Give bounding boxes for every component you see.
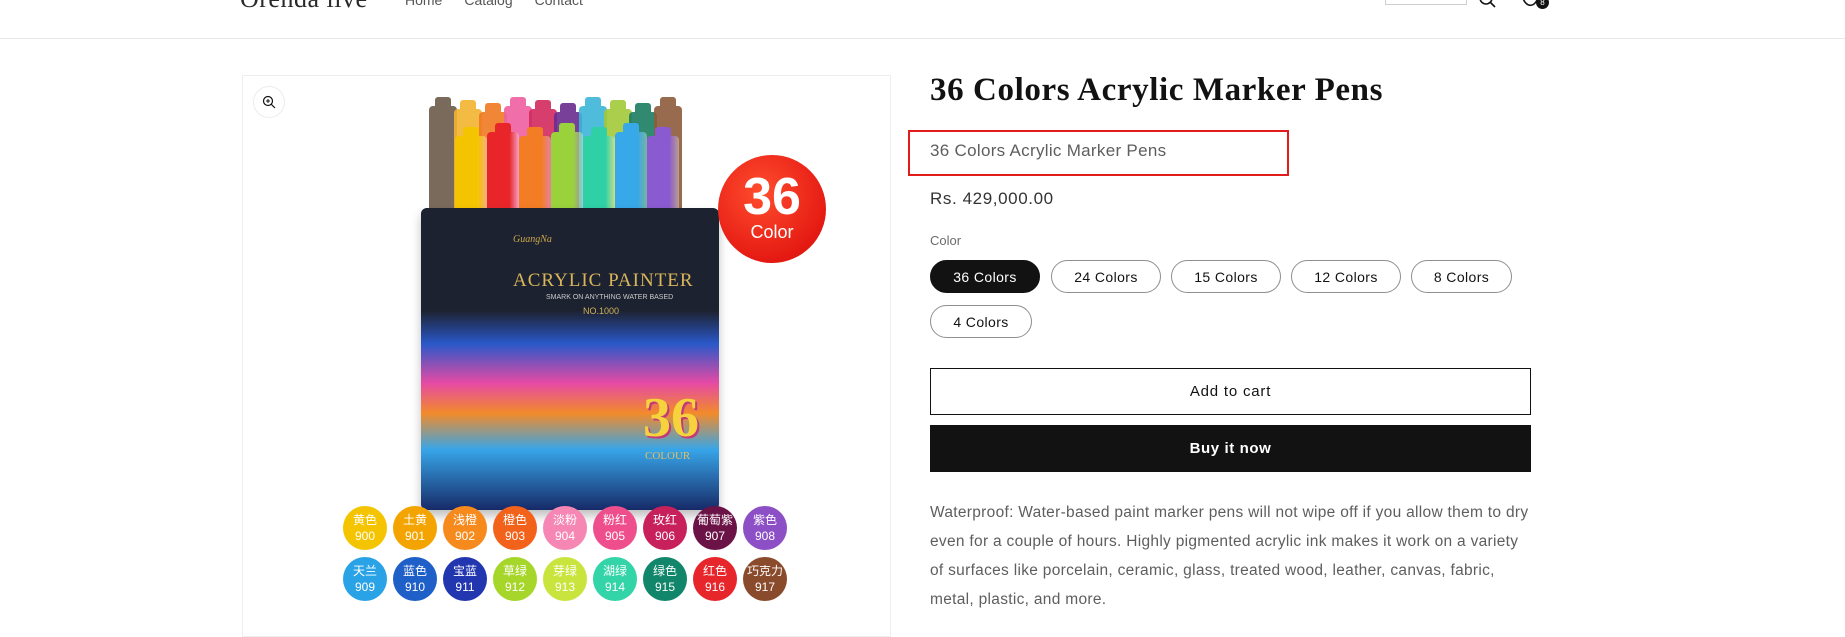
swatch-code: 900	[354, 529, 376, 543]
swatch-name: 绿色	[652, 564, 677, 578]
color-swatch: 紫色 908	[743, 506, 787, 550]
color-swatch: 巧克力 917	[743, 557, 787, 601]
color-swatch: 土黄 901	[393, 506, 437, 550]
color-swatch: 橙色 903	[493, 506, 537, 550]
product-media-gallery[interactable]: GuangNa ACRYLIC PAINTER SMARK ON ANYTHIN…	[242, 75, 891, 637]
swatch-name: 草绿	[502, 564, 527, 578]
swatch-code: 917	[754, 580, 776, 594]
swatch-name: 紫色	[752, 513, 777, 527]
box-small-text: SMARK ON ANYTHING WATER BASED	[546, 294, 674, 301]
swatch-code: 905	[604, 529, 626, 543]
color-option-24[interactable]: 24 Colors	[1051, 260, 1161, 293]
product-title: 36 Colors Acrylic Marker Pens	[930, 72, 1384, 108]
swatch-name: 粉红	[602, 513, 627, 527]
swatch-code: 912	[504, 580, 526, 594]
swatch-code: 914	[604, 580, 626, 594]
swatch-name: 红色	[702, 564, 727, 578]
product-price: Rs. 429,000.00	[930, 189, 1054, 208]
swatch-code: 910	[404, 580, 426, 594]
box-colour-text: COLOUR	[645, 450, 691, 462]
color-swatch: 天兰 909	[343, 557, 387, 601]
swatch-code: 913	[554, 580, 576, 594]
buy-now-button[interactable]: Buy it now	[930, 425, 1531, 472]
zoom-in-icon	[262, 95, 276, 109]
color-swatch: 玫红 906	[643, 506, 687, 550]
swatch-code: 906	[654, 529, 676, 543]
color-swatch: 草绿 912	[493, 557, 537, 601]
swatch-name: 宝蓝	[452, 564, 477, 578]
badge-word: Color	[750, 222, 794, 242]
color-swatch: 蓝色 910	[393, 557, 437, 601]
swatch-code: 911	[455, 580, 475, 594]
color-option-4[interactable]: 4 Colors	[930, 305, 1032, 338]
search-input[interactable]	[1385, 0, 1467, 5]
color-option-36[interactable]: 36 Colors	[930, 260, 1040, 293]
box-title-text: ACRYLIC PAINTER	[513, 270, 694, 291]
swatch-name: 浅橙	[452, 513, 477, 527]
product-description: Waterproof: Water-based paint marker pen…	[930, 504, 1529, 608]
swatch-name: 土黄	[402, 513, 427, 527]
color-option-15[interactable]: 15 Colors	[1171, 260, 1281, 293]
swatch-code: 916	[704, 580, 726, 594]
swatch-name: 玫红	[652, 513, 677, 527]
box-brand-text: GuangNa	[513, 234, 552, 245]
swatch-code: 909	[354, 580, 376, 594]
nav-catalog[interactable]: Catalog	[464, 0, 512, 8]
swatch-name: 葡萄紫	[696, 513, 733, 527]
nav-home[interactable]: Home	[405, 0, 442, 8]
swatch-code: 902	[454, 529, 476, 543]
swatch-name: 黄色	[352, 513, 377, 527]
swatch-code: 907	[704, 529, 726, 543]
box-model-text: NO.1000	[583, 306, 620, 316]
swatch-code: 904	[554, 529, 576, 543]
marker-box	[421, 208, 719, 510]
swatch-name: 湖绿	[602, 564, 627, 578]
box-number-text: 36	[643, 387, 699, 449]
product-subtitle: 36 Colors Acrylic Marker Pens	[930, 141, 1167, 160]
color-option-8[interactable]: 8 Colors	[1411, 260, 1512, 293]
swatch-name: 橙色	[502, 513, 527, 527]
color-swatch: 淡粉 904	[543, 506, 587, 550]
site-logo[interactable]: Orenda live	[240, 0, 368, 14]
main-nav: Home Catalog Contact	[405, 0, 583, 8]
color-swatch: 湖绿 914	[593, 557, 637, 601]
color-count-badge: 36 Color	[718, 155, 826, 263]
swatch-code: 903	[504, 529, 526, 543]
swatch-name: 淡粉	[552, 513, 577, 527]
swatch-name: 蓝色	[402, 564, 427, 578]
site-header: Orenda live Home Catalog Contact 8	[0, 0, 1845, 39]
color-swatch: 宝蓝 911	[443, 557, 487, 601]
marker-pen	[429, 97, 457, 216]
color-swatch: 粉红 905	[593, 506, 637, 550]
color-swatch: 红色 916	[693, 557, 737, 601]
color-swatch: 葡萄紫 907	[693, 506, 737, 550]
color-option-12[interactable]: 12 Colors	[1291, 260, 1401, 293]
swatch-code: 901	[404, 529, 426, 543]
badge-number: 36	[743, 168, 801, 226]
nav-contact[interactable]: Contact	[535, 0, 583, 8]
color-swatch: 黄色 900	[343, 506, 387, 550]
add-to-cart-button[interactable]: Add to cart	[930, 368, 1531, 415]
color-swatch: 芽绿 913	[543, 557, 587, 601]
swatch-code: 915	[654, 580, 676, 594]
swatch-name: 巧克力	[746, 564, 783, 578]
color-swatch: 绿色 915	[643, 557, 687, 601]
zoom-button[interactable]	[254, 87, 284, 117]
search-icon[interactable]	[1478, 0, 1498, 8]
color-option-label: Color	[930, 233, 962, 248]
color-swatch: 浅橙 902	[443, 506, 487, 550]
swatch-name: 芽绿	[552, 564, 577, 578]
swatch-code: 908	[754, 529, 776, 543]
swatch-name: 天兰	[352, 564, 377, 578]
cart-count-badge: 8	[1536, 0, 1549, 9]
